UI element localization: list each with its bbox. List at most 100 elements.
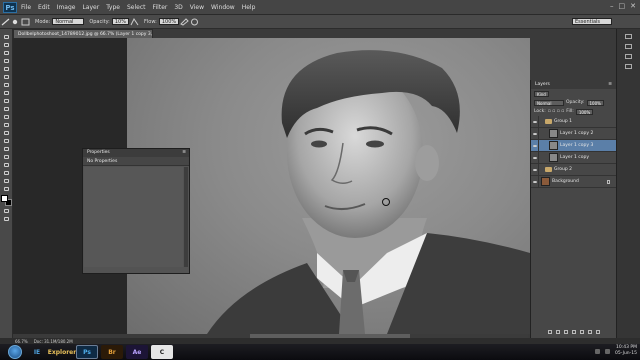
mode-dropdown[interactable]: Normal — [52, 18, 85, 25]
layer-row-layer-1-copy-2[interactable]: Layer 1 copy 2 — [531, 127, 616, 140]
layer-row-layer-1-copy[interactable]: Layer 1 copy — [531, 151, 616, 164]
blend-mode-dropdown[interactable]: Normal — [534, 99, 564, 106]
canvas-area[interactable]: Properties ≡ No Properties — [13, 38, 530, 334]
visibility-eye-icon[interactable] — [531, 139, 539, 152]
kind-filter-dropdown[interactable]: Kind — [534, 90, 549, 97]
taskbar-bridge[interactable]: Br — [101, 345, 123, 359]
properties-panel-header[interactable]: Properties ≡ — [83, 149, 189, 157]
zoom-level[interactable]: 66.7% — [15, 339, 28, 344]
shape-tool-icon[interactable] — [1, 169, 11, 176]
type-tool-icon[interactable] — [1, 153, 11, 160]
start-button[interactable] — [8, 345, 22, 359]
panel-menu-icon[interactable]: ≡ — [608, 80, 612, 89]
layers-panel-header[interactable]: Layers ≡ — [531, 80, 616, 89]
flow-field[interactable]: 100% — [158, 18, 180, 25]
hand-tool-icon[interactable] — [1, 177, 11, 184]
menu-window[interactable]: Window — [211, 4, 235, 11]
visibility-eye-icon[interactable] — [531, 115, 539, 128]
minimize-icon[interactable]: – — [610, 2, 614, 10]
folder-icon — [545, 167, 552, 172]
history-brush-tool-icon[interactable] — [1, 105, 11, 112]
document-tab[interactable]: Dollbelphotoshoot_14789012.jpg @ 66.7% (… — [13, 29, 153, 38]
layer-thumbnail — [541, 177, 550, 186]
menu-image[interactable]: Image — [57, 4, 76, 11]
menu-type[interactable]: Type — [106, 4, 120, 11]
layer-row-background[interactable]: Background — [531, 175, 616, 188]
visibility-eye-icon[interactable] — [531, 127, 539, 140]
fill-field[interactable]: 100% — [575, 108, 594, 115]
move-tool-icon[interactable] — [1, 33, 11, 40]
taskbar-photoshop[interactable]: Ps — [76, 345, 98, 359]
brush-preset-picker-icon[interactable] — [10, 17, 20, 26]
quick-mask-icon[interactable] — [1, 207, 11, 214]
maximize-icon[interactable]: □ — [619, 2, 626, 10]
taskbar-ie[interactable]: IE — [26, 345, 48, 359]
opacity-field[interactable]: 10% — [111, 18, 129, 25]
visibility-eye-icon[interactable] — [531, 151, 539, 164]
properties-scrollbar[interactable] — [184, 167, 188, 267]
menu-3d[interactable]: 3D — [174, 4, 182, 11]
add-mask-icon[interactable] — [564, 329, 568, 334]
properties-panel: Properties ≡ No Properties — [82, 148, 190, 274]
taskbar-app-c[interactable]: C — [151, 345, 173, 359]
quick-select-tool-icon[interactable] — [1, 57, 11, 64]
clock[interactable]: 10:43 PM 05-Jun-15 — [615, 345, 637, 357]
menu-file[interactable]: File — [21, 4, 31, 11]
layers-tab[interactable]: Layers — [535, 80, 550, 89]
layer-opacity-field[interactable]: 100% — [586, 99, 604, 106]
visibility-eye-icon[interactable] — [531, 175, 539, 188]
workspace-switcher[interactable]: Essentials — [572, 18, 612, 25]
menu-edit[interactable]: Edit — [38, 4, 50, 11]
airbrush-icon[interactable] — [179, 17, 189, 26]
eyedropper-tool-icon[interactable] — [1, 73, 11, 80]
screen-mode-icon[interactable] — [1, 215, 11, 222]
crop-tool-icon[interactable] — [1, 65, 11, 72]
eraser-tool-icon[interactable] — [1, 113, 11, 120]
adjustment-layer-icon[interactable] — [572, 329, 576, 334]
menu-filter[interactable]: Filter — [153, 4, 168, 11]
network-icon[interactable] — [595, 348, 601, 354]
layers-panel: Layers ≡ Kind Normal Opacity: 100% Lock:… — [530, 80, 616, 338]
delete-layer-icon[interactable] — [596, 329, 600, 334]
layer-row-group-1[interactable]: Group 1 — [531, 115, 616, 128]
lasso-tool-icon[interactable] — [1, 49, 11, 56]
pen-tool-icon[interactable] — [1, 145, 11, 152]
taskbar-explorer[interactable]: Explorer — [48, 345, 76, 359]
path-select-tool-icon[interactable] — [1, 161, 11, 168]
color-swatches[interactable] — [0, 195, 12, 206]
new-group-icon[interactable] — [580, 329, 584, 334]
panel-icon[interactable] — [625, 34, 632, 39]
panel-icon[interactable] — [625, 44, 632, 49]
blur-tool-icon[interactable] — [1, 129, 11, 136]
layer-style-icon[interactable] — [556, 329, 560, 334]
panel-icon[interactable] — [625, 64, 632, 69]
foreground-color-swatch[interactable] — [0, 195, 8, 202]
pressure-opacity-icon[interactable] — [129, 17, 139, 26]
link-layers-icon[interactable] — [548, 329, 552, 334]
layer-row-group-2[interactable]: Group 2 — [531, 163, 616, 176]
brush-panel-toggle-icon[interactable] — [20, 17, 30, 26]
brush-tool-icon[interactable] — [1, 89, 11, 96]
healing-brush-tool-icon[interactable] — [1, 81, 11, 88]
opacity-control: Opacity: 10% — [89, 18, 129, 25]
lock-icons[interactable]: ▫ ▫ ▫ ▫ — [548, 109, 565, 114]
layer-row-layer-1-copy-3[interactable]: Layer 1 copy 3 — [531, 139, 616, 152]
new-layer-icon[interactable] — [588, 329, 592, 334]
clone-stamp-tool-icon[interactable] — [1, 97, 11, 104]
menu-layer[interactable]: Layer — [82, 4, 99, 11]
menu-help[interactable]: Help — [242, 4, 256, 11]
menu-select[interactable]: Select — [127, 4, 146, 11]
panel-icon[interactable] — [625, 54, 632, 59]
pressure-size-icon[interactable] — [189, 17, 199, 26]
zoom-tool-icon[interactable] — [1, 185, 11, 192]
dodge-tool-icon[interactable] — [1, 137, 11, 144]
panel-menu-icon[interactable]: ≡ — [182, 149, 186, 157]
taskbar-after-effects[interactable]: Ae — [126, 345, 148, 359]
brush-tool-icon[interactable] — [0, 17, 10, 26]
visibility-eye-icon[interactable] — [531, 163, 539, 176]
close-icon[interactable]: ✕ — [630, 2, 636, 10]
gradient-tool-icon[interactable] — [1, 121, 11, 128]
volume-icon[interactable] — [605, 348, 611, 354]
marquee-tool-icon[interactable] — [1, 41, 11, 48]
menu-view[interactable]: View — [190, 4, 204, 11]
